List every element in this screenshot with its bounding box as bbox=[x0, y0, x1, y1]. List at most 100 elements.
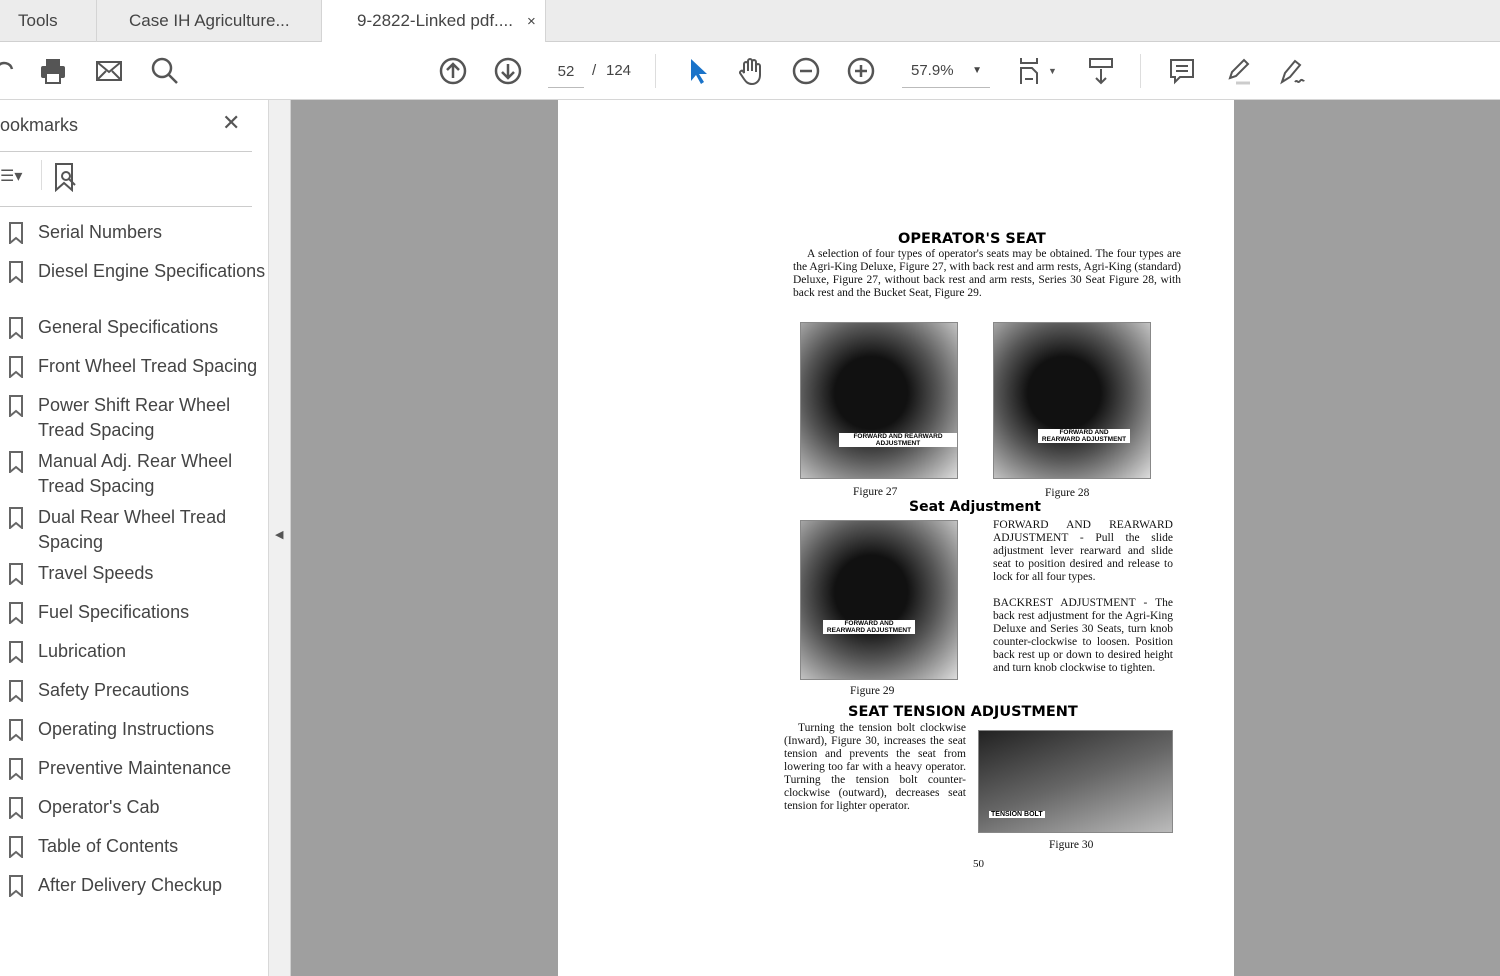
panel-title: ookmarks bbox=[0, 115, 79, 135]
bookmark-icon bbox=[9, 317, 23, 339]
bookmark-item[interactable]: Table of Contents bbox=[8, 834, 268, 859]
bookmark-item[interactable]: Operating Instructions bbox=[8, 717, 268, 742]
scroll-mode-icon[interactable] bbox=[1084, 54, 1118, 88]
panel-splitter[interactable]: ◀ bbox=[268, 100, 291, 976]
bookmark-item[interactable]: Fuel Specifications bbox=[8, 600, 268, 625]
backrest-paragraph: BACKREST ADJUSTMENT - The back rest adju… bbox=[993, 597, 1173, 674]
bookmark-icon bbox=[9, 680, 23, 702]
hand-tool-icon[interactable] bbox=[734, 54, 768, 88]
print-icon[interactable] bbox=[36, 54, 70, 88]
chevron-down-icon[interactable]: ▼ bbox=[1048, 66, 1057, 76]
bookmark-icon bbox=[9, 507, 23, 529]
bookmark-item[interactable]: Dual Rear Wheel Tread Spacing bbox=[8, 505, 268, 555]
bookmark-label: Front Wheel Tread Spacing bbox=[38, 356, 258, 376]
document-view[interactable]: OPERATOR'S SEAT A selection of four type… bbox=[291, 100, 1500, 976]
forward-rearward-paragraph: FORWARD AND REARWARD ADJUSTMENT - Pull t… bbox=[993, 519, 1173, 583]
tab-tools[interactable]: Tools bbox=[0, 0, 97, 42]
zoom-out-icon[interactable] bbox=[789, 54, 823, 88]
bookmark-label: Fuel Specifications bbox=[38, 602, 190, 622]
page-total: 124 bbox=[606, 62, 632, 79]
bookmark-item[interactable]: Front Wheel Tread Spacing bbox=[8, 354, 268, 379]
figure-29-caption: Figure 29 bbox=[850, 685, 895, 697]
bookmark-label: Manual Adj. Rear Wheel Tread Spacing bbox=[38, 451, 233, 496]
page-separator: / bbox=[592, 62, 597, 79]
bookmark-icon bbox=[9, 875, 23, 897]
bookmark-label: Operating Instructions bbox=[38, 719, 215, 739]
next-page-icon[interactable] bbox=[491, 54, 525, 88]
zoom-value: 57.9% bbox=[911, 62, 954, 79]
figure-label: FORWARD AND REARWARD ADJUSTMENT bbox=[839, 433, 957, 447]
bookmark-label: Power Shift Rear Wheel Tread Spacing bbox=[38, 395, 231, 440]
bookmark-icon bbox=[9, 797, 23, 819]
bookmark-item[interactable]: Manual Adj. Rear Wheel Tread Spacing bbox=[8, 449, 268, 499]
collapse-panel-icon[interactable]: ◀ bbox=[275, 528, 283, 541]
bookmark-item[interactable]: Safety Precautions bbox=[8, 678, 268, 703]
bookmark-label: Operator's Cab bbox=[38, 797, 160, 817]
sign-icon[interactable] bbox=[1275, 54, 1309, 88]
bookmark-label: Lubrication bbox=[38, 641, 127, 661]
comment-icon[interactable] bbox=[1165, 54, 1199, 88]
bookmark-icon bbox=[9, 356, 23, 378]
bookmark-item[interactable]: Lubrication bbox=[8, 639, 268, 664]
tab-label: Tools bbox=[18, 11, 58, 30]
bookmark-item[interactable]: Serial Numbers bbox=[8, 220, 268, 245]
bookmark-label: Travel Speeds bbox=[38, 563, 154, 583]
bookmark-item[interactable]: Diesel Engine Specifications bbox=[8, 259, 268, 284]
search-icon[interactable] bbox=[148, 54, 182, 88]
bookmark-label: Serial Numbers bbox=[38, 222, 163, 242]
select-tool-icon[interactable] bbox=[680, 54, 714, 88]
bookmark-item[interactable]: General Specifications bbox=[8, 315, 268, 340]
bookmark-icon bbox=[9, 395, 23, 417]
figure-30-caption: Figure 30 bbox=[1049, 839, 1094, 851]
page-number: 50 bbox=[973, 858, 984, 870]
divider bbox=[1140, 54, 1141, 88]
tab-bar: Tools Case IH Agriculture... 9-2822-Link… bbox=[0, 0, 1500, 43]
bookmark-search-icon[interactable] bbox=[53, 162, 79, 197]
bookmark-item[interactable]: Preventive Maintenance bbox=[8, 756, 268, 781]
bookmark-icon bbox=[9, 719, 23, 741]
bookmark-item[interactable]: Travel Speeds bbox=[8, 561, 268, 586]
bookmarks-panel: ookmarks ✕ ☰▾ Serial Numbers Diesel Engin… bbox=[0, 100, 268, 976]
bookmark-item[interactable]: After Delivery Checkup bbox=[8, 873, 268, 898]
bookmark-icon bbox=[9, 602, 23, 624]
figure-29-image: FORWARD AND REARWARD ADJUSTMENT bbox=[800, 520, 958, 680]
tab-label: 9-2822-Linked pdf.... bbox=[357, 11, 513, 30]
figure-27-caption: Figure 27 bbox=[853, 486, 898, 498]
heading-operators-seat: OPERATOR'S SEAT bbox=[898, 231, 1046, 247]
cloud-upload-icon[interactable] bbox=[0, 54, 20, 88]
close-panel-icon[interactable]: ✕ bbox=[222, 110, 240, 136]
bookmark-icon bbox=[9, 563, 23, 585]
divider bbox=[41, 160, 42, 190]
bookmark-icon bbox=[9, 758, 23, 780]
tab-current-document[interactable]: 9-2822-Linked pdf.... × bbox=[322, 0, 546, 43]
bookmark-icon bbox=[9, 261, 23, 283]
heading-seat-tension: SEAT TENSION ADJUSTMENT bbox=[848, 704, 1078, 720]
figure-30-image: TENSION BOLT bbox=[978, 730, 1173, 833]
previous-page-icon[interactable] bbox=[436, 54, 470, 88]
bookmark-label: Diesel Engine Specifications bbox=[38, 261, 266, 281]
bookmark-label: Safety Precautions bbox=[38, 680, 190, 700]
bookmark-item[interactable]: Power Shift Rear Wheel Tread Spacing bbox=[8, 393, 268, 443]
bookmark-label: General Specifications bbox=[38, 317, 219, 337]
figure-28-caption: Figure 28 bbox=[1045, 487, 1090, 499]
bookmark-label: After Delivery Checkup bbox=[38, 875, 223, 895]
bookmark-icon bbox=[9, 451, 23, 473]
email-icon[interactable] bbox=[92, 54, 126, 88]
highlight-icon[interactable] bbox=[1220, 54, 1254, 88]
figure-label: TENSION BOLT bbox=[989, 811, 1045, 818]
bookmark-icon bbox=[9, 836, 23, 858]
tab-case-ih[interactable]: Case IH Agriculture... bbox=[97, 0, 322, 42]
options-menu-icon[interactable]: ☰▾ bbox=[0, 166, 22, 186]
figure-label: FORWARD AND REARWARD ADJUSTMENT bbox=[1038, 429, 1130, 443]
divider bbox=[0, 206, 252, 207]
bookmark-icon bbox=[9, 222, 23, 244]
page-number-input[interactable]: 52 bbox=[548, 60, 584, 88]
bookmark-item[interactable]: Operator's Cab bbox=[8, 795, 268, 820]
close-tab-icon[interactable]: × bbox=[527, 13, 536, 30]
pdf-page: OPERATOR'S SEAT A selection of four type… bbox=[558, 100, 1234, 976]
page-fit-icon[interactable] bbox=[1014, 54, 1048, 88]
chevron-down-icon: ▼ bbox=[972, 65, 982, 76]
zoom-in-icon[interactable] bbox=[844, 54, 878, 88]
zoom-dropdown[interactable]: 57.9% ▼ bbox=[902, 56, 990, 88]
tab-label: Case IH Agriculture... bbox=[129, 11, 290, 30]
